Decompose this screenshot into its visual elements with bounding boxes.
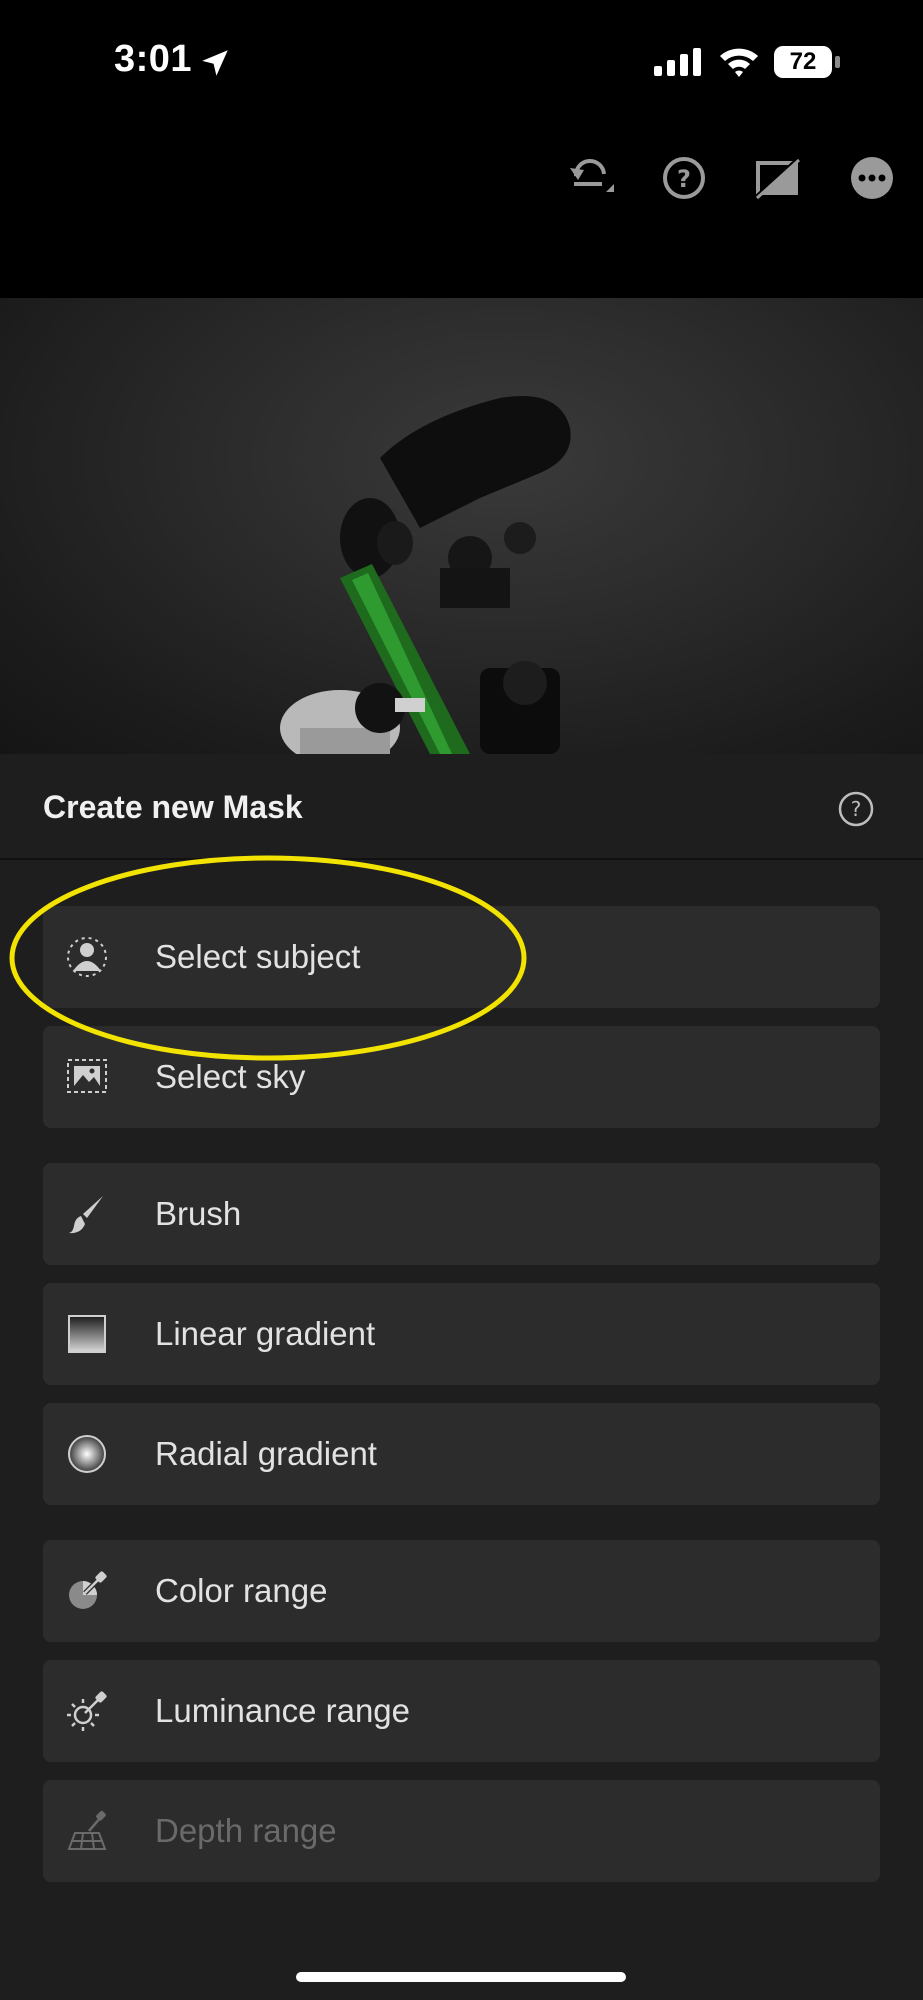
svg-text:?: ? bbox=[677, 165, 691, 193]
luminance-range-button[interactable]: Luminance range bbox=[43, 1660, 880, 1762]
undo-icon[interactable] bbox=[566, 154, 614, 202]
depth-range-label: Depth range bbox=[155, 1812, 337, 1849]
panel-title: Create new Mask bbox=[43, 789, 303, 825]
brush-icon bbox=[69, 1196, 103, 1234]
color-range-icon bbox=[69, 1571, 107, 1609]
radial-gradient-label: Radial gradient bbox=[155, 1435, 377, 1472]
linear-gradient-icon bbox=[68, 1315, 106, 1353]
radial-gradient-button[interactable]: Radial gradient bbox=[43, 1403, 880, 1505]
camera-gear-image bbox=[280, 396, 571, 754]
depth-range-icon bbox=[67, 1810, 107, 1850]
battery-level: 72 bbox=[789, 48, 817, 75]
wifi-icon bbox=[720, 48, 758, 77]
luminance-range-icon bbox=[67, 1691, 107, 1731]
luminance-range-label: Luminance range bbox=[155, 1692, 411, 1729]
radial-gradient-icon bbox=[68, 1435, 106, 1473]
linear-gradient-label: Linear gradient bbox=[155, 1315, 376, 1352]
status-time: 3:01 bbox=[114, 38, 193, 80]
depth-range-button: Depth range bbox=[43, 1780, 880, 1882]
before-after-icon[interactable] bbox=[753, 154, 801, 202]
home-indicator[interactable] bbox=[296, 1972, 626, 1982]
linear-gradient-button[interactable]: Linear gradient bbox=[43, 1283, 880, 1385]
cellular-signal-icon bbox=[654, 48, 701, 76]
highlight-ellipse bbox=[9, 855, 527, 1061]
color-range-button[interactable]: Color range bbox=[43, 1540, 880, 1642]
more-options-icon[interactable] bbox=[848, 154, 896, 202]
panel-help-icon[interactable]: ? bbox=[837, 790, 875, 828]
svg-text:?: ? bbox=[851, 797, 862, 821]
help-icon[interactable]: ? bbox=[660, 154, 708, 202]
location-arrow-icon bbox=[202, 50, 228, 76]
photo-preview[interactable] bbox=[0, 298, 923, 754]
color-range-label: Color range bbox=[155, 1572, 328, 1609]
brush-label: Brush bbox=[155, 1195, 242, 1232]
brush-button[interactable]: Brush bbox=[43, 1163, 880, 1265]
